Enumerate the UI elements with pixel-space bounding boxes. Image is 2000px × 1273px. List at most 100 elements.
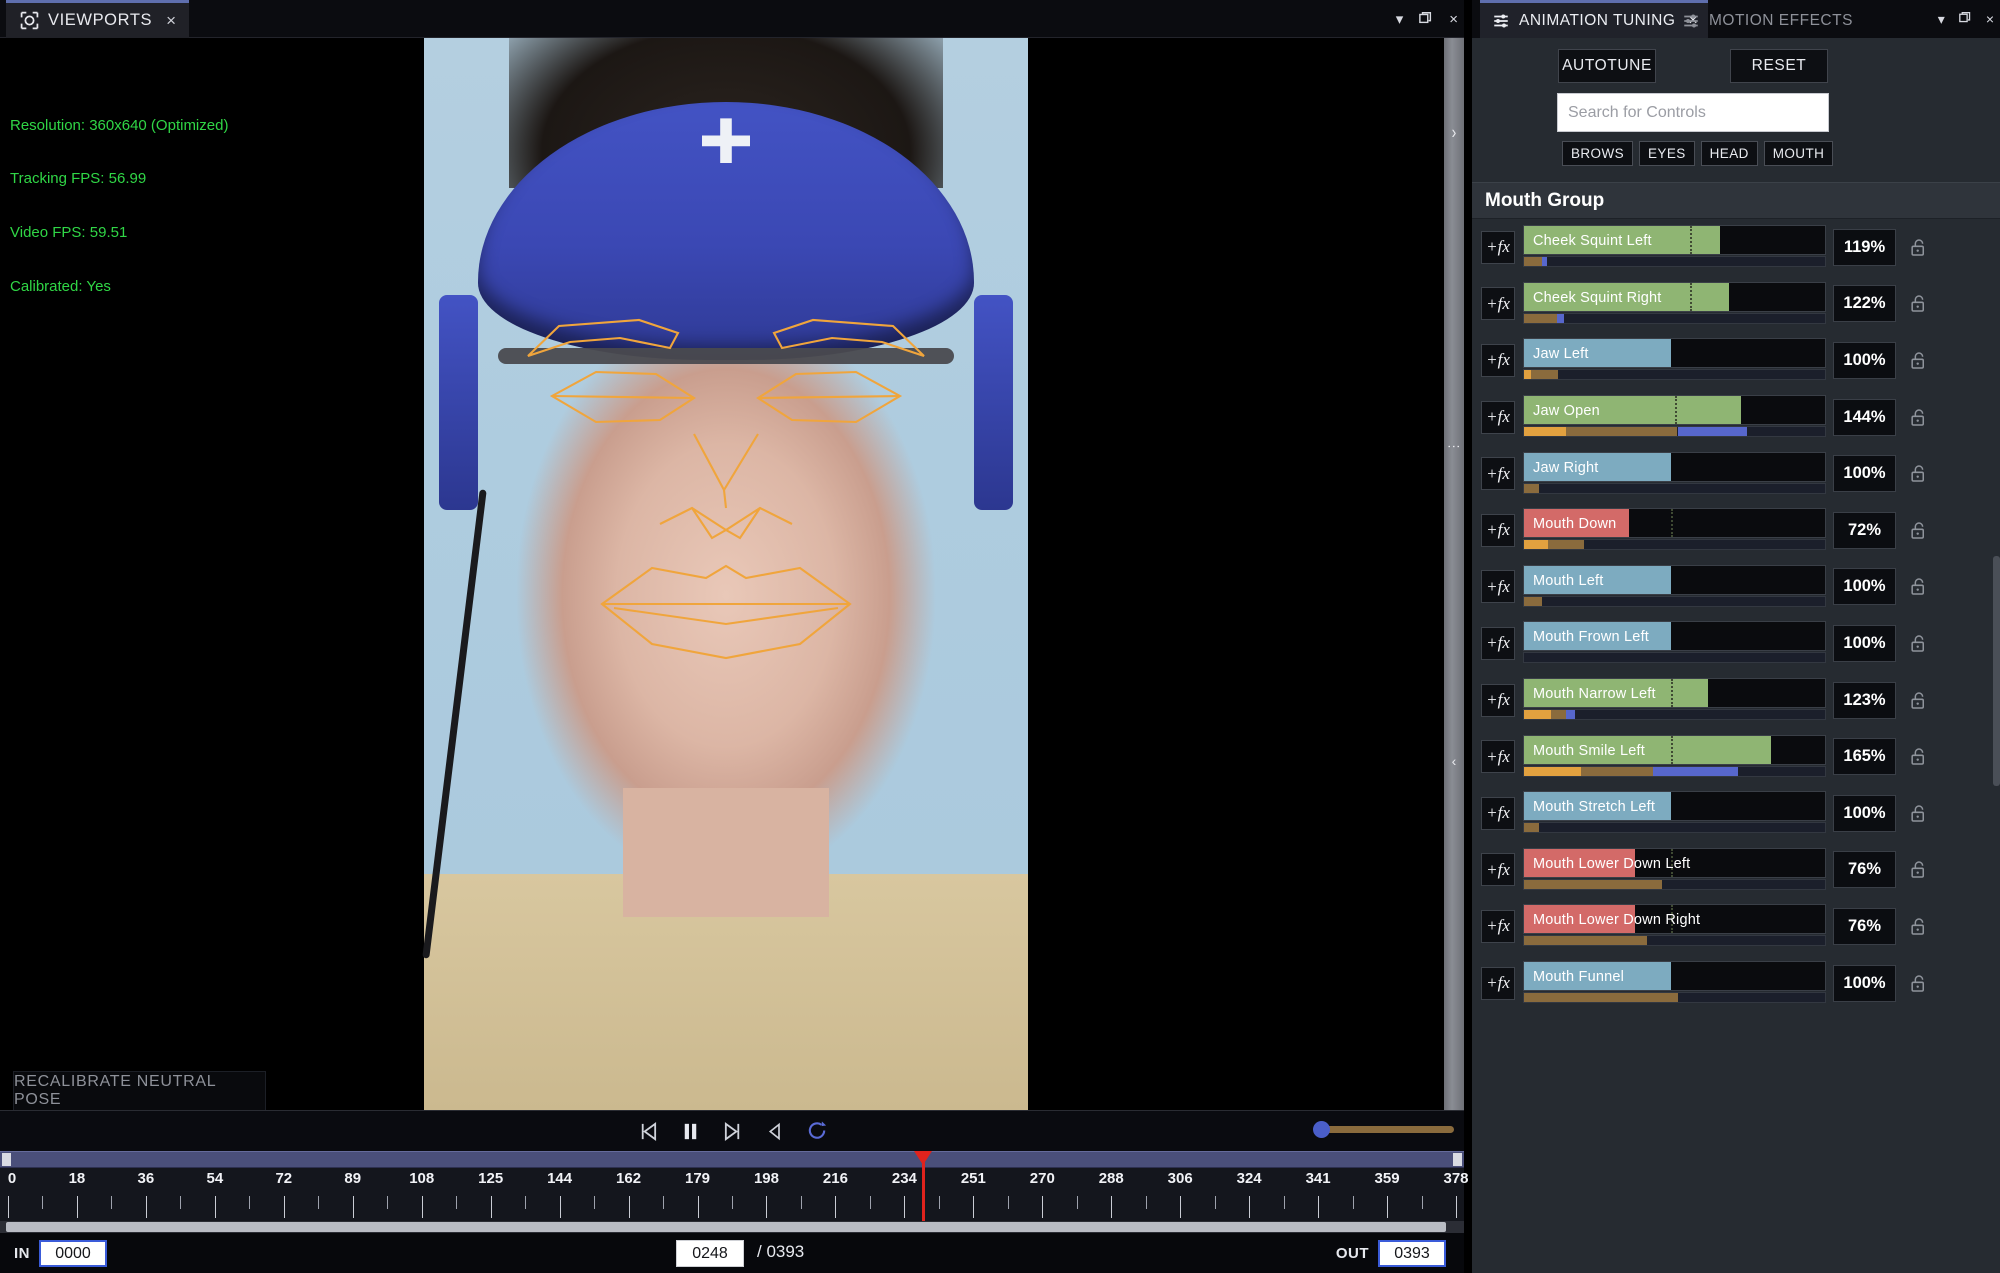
skip-to-end-icon[interactable] <box>722 1120 745 1143</box>
control-slider[interactable]: Mouth Narrow Left <box>1523 678 1826 722</box>
close-icon[interactable]: × <box>1986 11 1994 27</box>
slider-track[interactable]: Jaw Left <box>1523 338 1826 369</box>
control-slider[interactable]: Jaw Right <box>1523 451 1826 496</box>
unlocked-padlock-icon[interactable] <box>1907 462 1929 486</box>
in-frame-input[interactable]: 0000 <box>39 1240 107 1267</box>
group-filter-head[interactable]: HEAD <box>1700 141 1758 166</box>
control-row[interactable]: +fx Mouth Smile Left 165% <box>1472 728 2000 785</box>
group-filter-eyes[interactable]: EYES <box>1639 141 1695 166</box>
chevron-down-icon[interactable]: ▾ <box>1396 12 1404 27</box>
skip-to-start-icon[interactable] <box>636 1120 659 1143</box>
control-slider[interactable]: Jaw Open <box>1523 395 1826 439</box>
zoom-slider-knob[interactable] <box>1313 1120 1331 1138</box>
add-fx-button[interactable]: +fx <box>1481 570 1515 604</box>
control-value-input[interactable]: 100% <box>1833 341 1896 379</box>
group-filter-mouth[interactable]: MOUTH <box>1763 141 1834 166</box>
search-input[interactable] <box>1558 94 1828 131</box>
control-row[interactable]: +fx Mouth Funnel 100% <box>1472 955 2000 1012</box>
autotune-button[interactable]: AUTOTUNE <box>1558 49 1656 83</box>
slider-track[interactable]: Jaw Right <box>1523 451 1826 482</box>
timeline-ruler[interactable]: 0 18 36 54 72 89 108 125 144 162 179 198 216 234 251 27… <box>0 1168 1469 1221</box>
control-slider[interactable]: Mouth Smile Left <box>1523 734 1826 779</box>
unlocked-padlock-icon[interactable] <box>1907 575 1929 599</box>
control-row[interactable]: +fx Mouth Down 72% <box>1472 502 2000 559</box>
add-fx-button[interactable]: +fx <box>1481 966 1515 1000</box>
out-frame-input[interactable]: 0393 <box>1378 1240 1446 1267</box>
slider-track[interactable]: Mouth Lower Down Left <box>1523 847 1826 878</box>
control-value-input[interactable]: 165% <box>1833 738 1896 776</box>
slider-track[interactable]: Cheek Squint Left <box>1523 225 1826 256</box>
control-row[interactable]: +fx Mouth Stretch Left 100% <box>1472 785 2000 842</box>
add-fx-button[interactable]: +fx <box>1481 796 1515 830</box>
splitter-grip-icon[interactable]: ⋮ <box>1447 440 1462 453</box>
scrub-range-end-handle[interactable] <box>1453 1153 1462 1166</box>
close-icon[interactable]: × <box>166 11 177 31</box>
loop-icon[interactable] <box>806 1120 829 1143</box>
expand-left-icon[interactable]: ‹ <box>1452 753 1457 769</box>
slider-track[interactable]: Mouth Funnel <box>1523 961 1826 992</box>
control-slider[interactable]: Mouth Down <box>1523 508 1826 552</box>
pause-icon[interactable] <box>679 1120 702 1143</box>
control-value-input[interactable]: 122% <box>1833 285 1896 323</box>
control-row[interactable]: +fx Jaw Left 100% <box>1472 332 2000 389</box>
control-row[interactable]: +fx Jaw Right 100% <box>1472 445 2000 502</box>
unlocked-padlock-icon[interactable] <box>1907 801 1929 825</box>
reset-button[interactable]: RESET <box>1730 49 1828 83</box>
restore-icon[interactable] <box>1958 11 1972 27</box>
control-row[interactable]: +fx Mouth Lower Down Left 76% <box>1472 842 2000 899</box>
control-row[interactable]: +fx Cheek Squint Right 122% <box>1472 276 2000 333</box>
slider-track[interactable]: Cheek Squint Right <box>1523 281 1826 312</box>
control-rows-list[interactable]: +fx Cheek Squint Left 119% +fx Cheek Squint … <box>1472 219 2000 1273</box>
add-fx-button[interactable]: +fx <box>1481 343 1515 377</box>
slider-track[interactable]: Mouth Smile Left <box>1523 734 1826 765</box>
control-row[interactable]: +fx Cheek Squint Left 119% <box>1472 219 2000 276</box>
add-fx-button[interactable]: +fx <box>1481 230 1515 264</box>
scrollbar-thumb[interactable] <box>6 1222 1446 1232</box>
expand-right-icon[interactable]: › <box>1452 122 1457 143</box>
tab-viewports[interactable]: VIEWPORTS × <box>6 0 189 38</box>
slider-track[interactable]: Mouth Frown Left <box>1523 621 1826 652</box>
add-fx-button[interactable]: +fx <box>1481 683 1515 717</box>
step-back-icon[interactable] <box>765 1121 786 1142</box>
slider-track[interactable]: Mouth Lower Down Right <box>1523 904 1826 935</box>
search-controls-field[interactable] <box>1557 93 1829 132</box>
controls-vertical-scrollbar[interactable] <box>1993 556 2000 786</box>
viewport-canvas[interactable]: Resolution: 360x640 (Optimized) Tracking… <box>0 38 1444 1110</box>
control-row[interactable]: +fx Mouth Frown Left 100% <box>1472 615 2000 672</box>
add-fx-button[interactable]: +fx <box>1481 740 1515 774</box>
unlocked-padlock-icon[interactable] <box>1907 235 1929 259</box>
unlocked-padlock-icon[interactable] <box>1907 745 1929 769</box>
control-value-input[interactable]: 100% <box>1833 624 1896 662</box>
add-fx-button[interactable]: +fx <box>1481 626 1515 660</box>
add-fx-button[interactable]: +fx <box>1481 909 1515 943</box>
timeline-zoom-slider[interactable] <box>1306 1120 1454 1138</box>
unlocked-padlock-icon[interactable] <box>1907 292 1929 316</box>
unlocked-padlock-icon[interactable] <box>1907 914 1929 938</box>
current-frame-input[interactable]: 0248 <box>676 1240 744 1267</box>
add-fx-button[interactable]: +fx <box>1481 457 1515 491</box>
control-row[interactable]: +fx Mouth Left 100% <box>1472 559 2000 616</box>
control-slider[interactable]: Cheek Squint Left <box>1523 225 1826 269</box>
slider-track[interactable]: Mouth Stretch Left <box>1523 791 1826 822</box>
scrub-range-start-handle[interactable] <box>2 1153 11 1166</box>
control-value-input[interactable]: 100% <box>1833 568 1896 606</box>
control-row[interactable]: +fx Mouth Narrow Left 123% <box>1472 672 2000 729</box>
slider-track[interactable]: Mouth Down <box>1523 508 1826 539</box>
unlocked-padlock-icon[interactable] <box>1907 405 1929 429</box>
tab-motion-effects[interactable]: MOTION EFFECTS <box>1670 0 1863 38</box>
add-fx-button[interactable]: +fx <box>1481 287 1515 321</box>
control-slider[interactable]: Mouth Lower Down Left <box>1523 847 1826 892</box>
control-slider[interactable]: Mouth Lower Down Right <box>1523 904 1826 948</box>
control-value-input[interactable]: 72% <box>1833 511 1896 549</box>
group-filter-brows[interactable]: BROWS <box>1562 141 1634 166</box>
recalibrate-neutral-pose-button[interactable]: RECALIBRATE NEUTRAL POSE <box>13 1071 266 1110</box>
add-fx-button[interactable]: +fx <box>1481 513 1515 547</box>
add-fx-button[interactable]: +fx <box>1481 400 1515 434</box>
control-slider[interactable]: Jaw Left <box>1523 338 1826 382</box>
control-value-input[interactable]: 76% <box>1833 907 1896 945</box>
control-slider[interactable]: Mouth Stretch Left <box>1523 791 1826 835</box>
control-value-input[interactable]: 100% <box>1833 455 1896 493</box>
slider-track[interactable]: Mouth Left <box>1523 564 1826 595</box>
control-value-input[interactable]: 76% <box>1833 851 1896 889</box>
viewport-panel-splitter[interactable]: › ⋮ ‹ <box>1444 38 1464 1110</box>
